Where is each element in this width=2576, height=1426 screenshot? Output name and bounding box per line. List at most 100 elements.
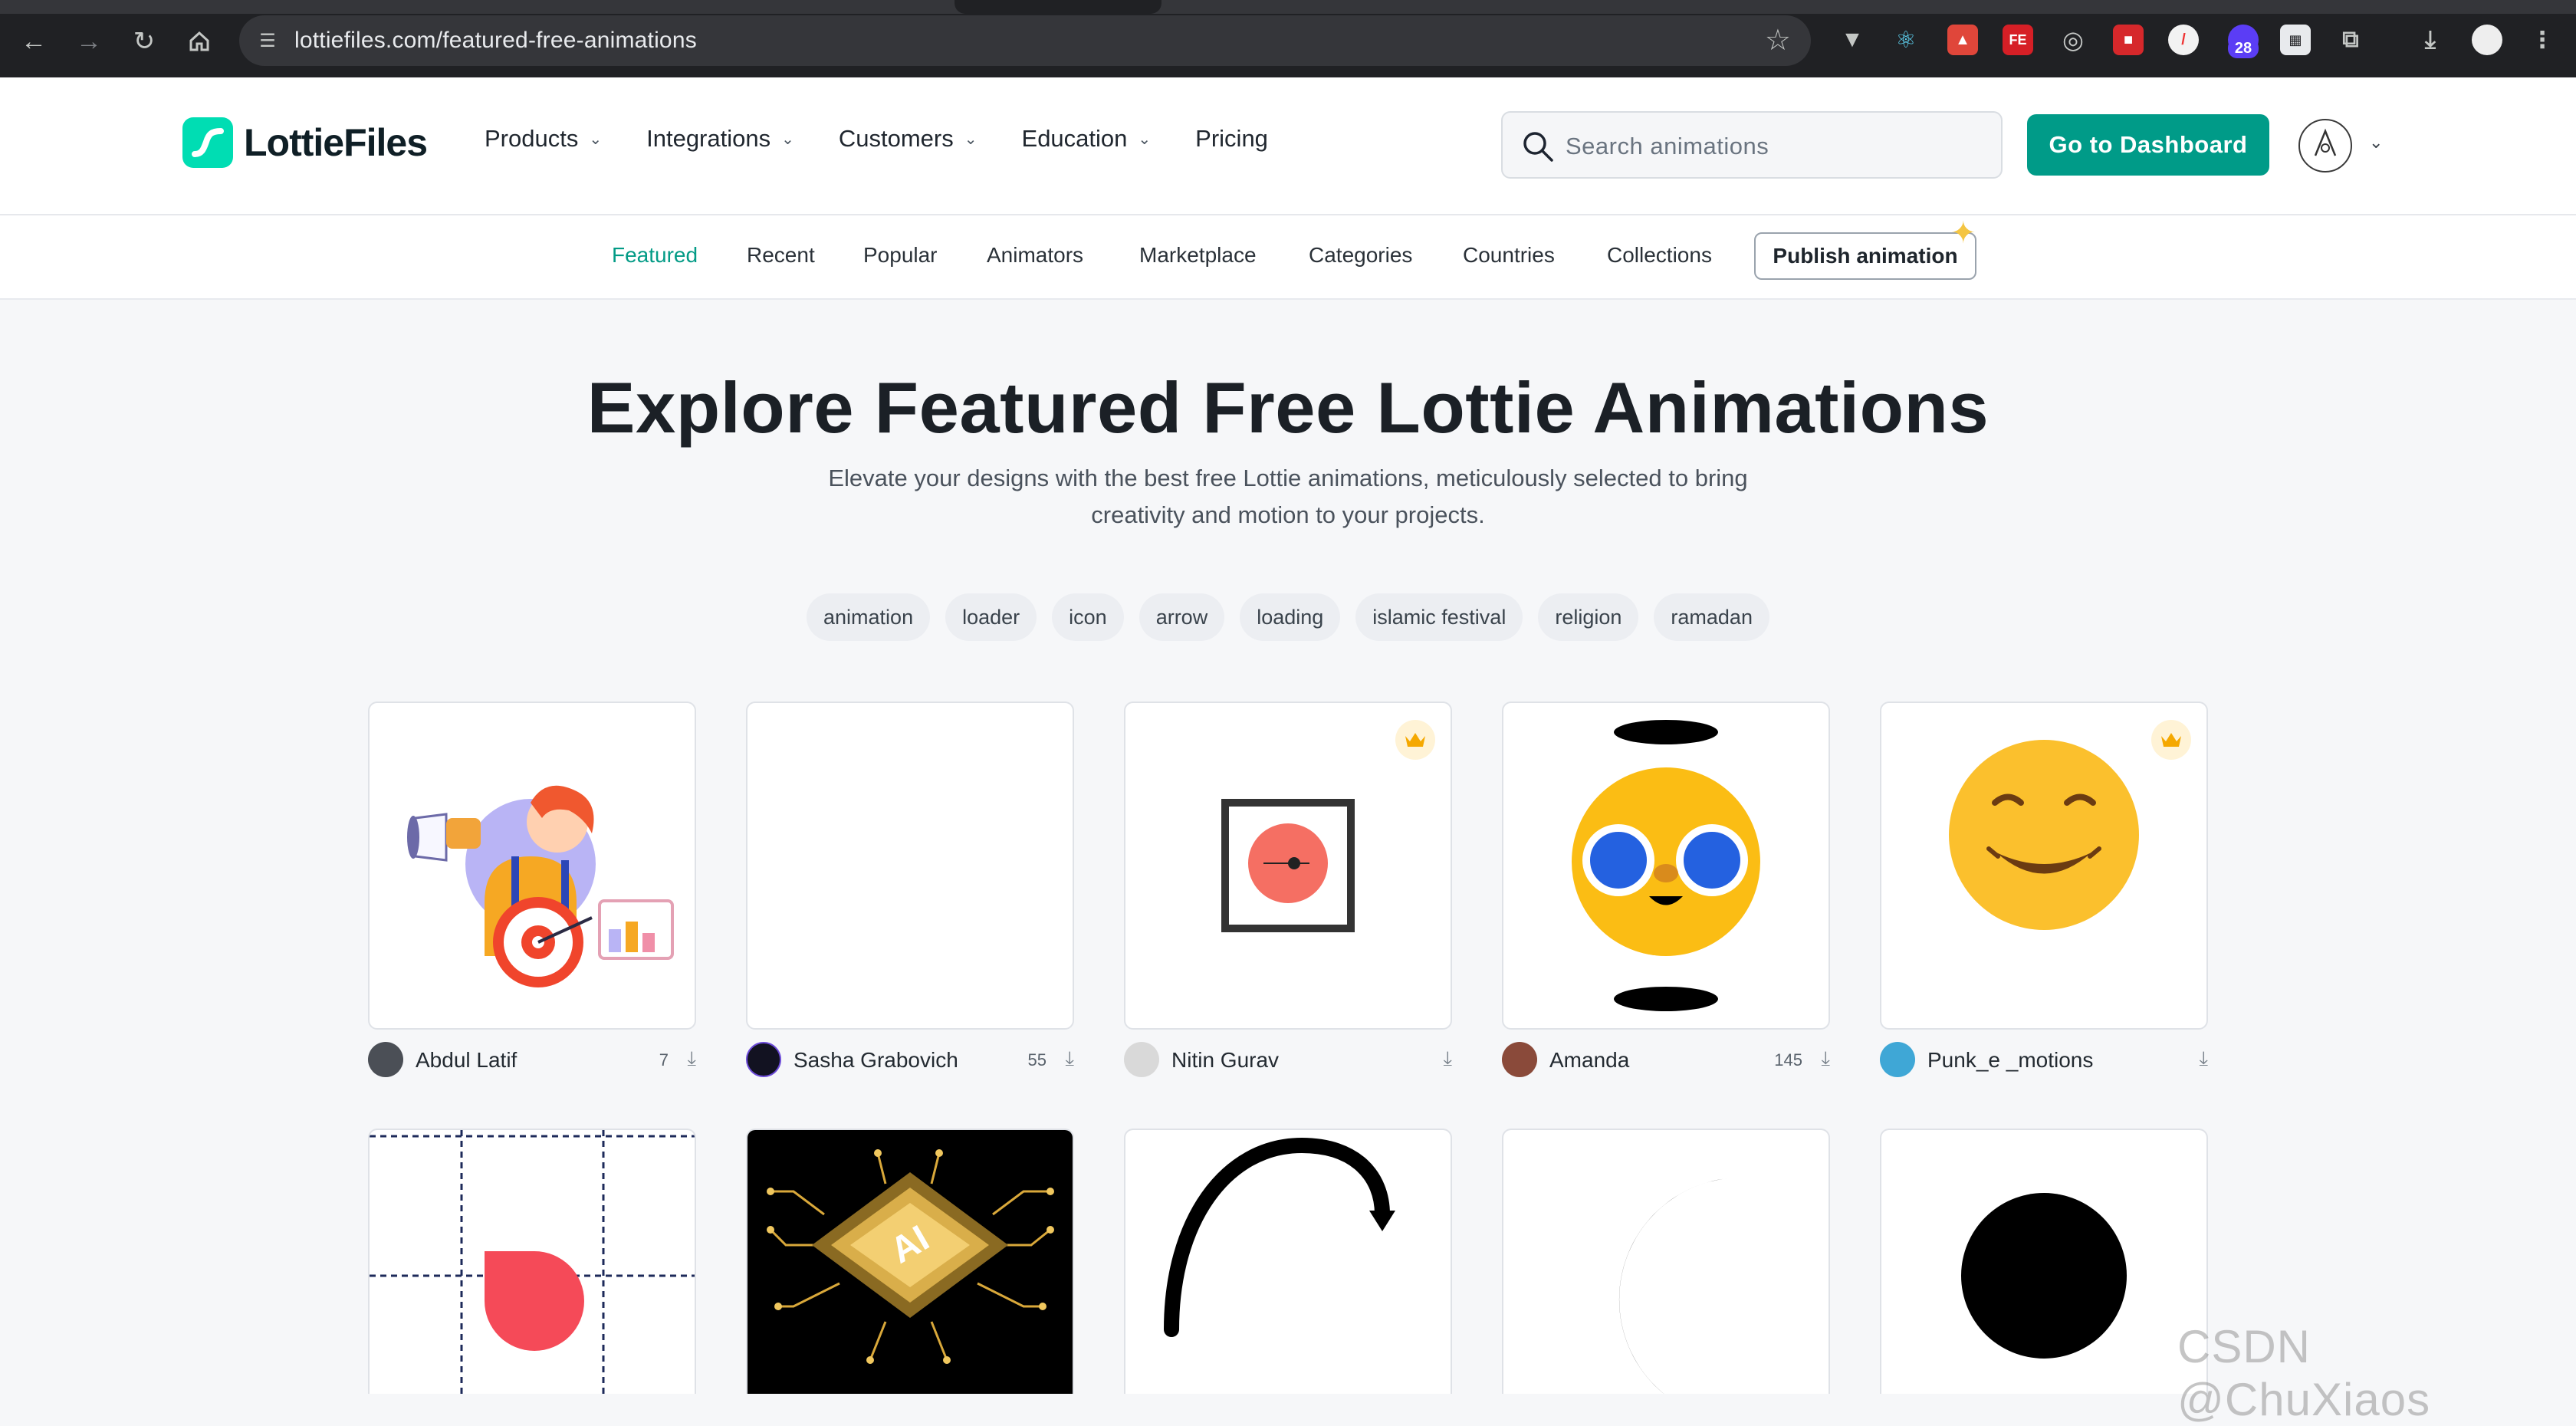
page-title: Explore Featured Free Lottie Animations <box>586 367 1990 448</box>
download-icon[interactable]: ⤓ <box>1444 1046 1453 1071</box>
puzzle-extensions-icon[interactable]: ⧉ <box>2335 25 2366 55</box>
download-count: 145 <box>1774 1050 1802 1070</box>
chevron-down-icon: ⌄ <box>589 130 603 148</box>
user-avatar[interactable] <box>2298 119 2352 172</box>
tag-chip[interactable]: religion <box>1538 593 1639 641</box>
download-icon[interactable]: ⤓ <box>2200 1046 2209 1071</box>
site-header: LottieFiles Products ⌄ Integrations ⌄ Cust… <box>0 77 2576 215</box>
author-name[interactable]: Punk_e _motions <box>1927 1048 2093 1073</box>
tag-chip[interactable]: icon <box>1052 593 1124 641</box>
marketing-illustration <box>407 785 674 987</box>
animation-card[interactable] <box>746 702 1074 1030</box>
react-devtools-icon[interactable]: ⚛ <box>1891 25 1921 55</box>
colorzilla-icon[interactable]: / <box>2168 25 2199 55</box>
nav-integrations[interactable]: Integrations ⌄ <box>646 125 794 153</box>
nav-label: Education <box>1021 125 1128 152</box>
animation-card[interactable] <box>1502 702 1830 1030</box>
reload-icon[interactable]: ↻ <box>126 23 163 60</box>
animation-card[interactable]: AI <box>746 1129 1074 1394</box>
watermark-text: CSDN @ChuXiaos <box>2177 1321 2431 1425</box>
search-input[interactable]: Search animations <box>1566 133 1769 160</box>
author-name[interactable]: Abdul Latif <box>416 1048 517 1073</box>
chevron-down-icon[interactable]: ⌄ <box>2369 133 2383 153</box>
tab-animators[interactable]: Animators <box>987 243 1083 268</box>
page-subtitle: Elevate your designs with the best free … <box>790 460 1786 534</box>
tag-chip[interactable]: loading <box>1240 593 1341 641</box>
tag-chip[interactable]: loader <box>945 593 1037 641</box>
animation-card[interactable] <box>1880 702 2208 1030</box>
ai-chip-illustration: AI <box>767 1149 1054 1364</box>
avatar[interactable] <box>1880 1042 1915 1077</box>
profile-avatar-icon[interactable] <box>2472 25 2502 55</box>
main-nav: Products ⌄ Integrations ⌄ Customers ⌄ Educa… <box>485 125 1313 153</box>
nav-education[interactable]: Education ⌄ <box>1022 125 1152 153</box>
go-to-dashboard-button[interactable]: Go to Dashboard <box>2027 114 2269 176</box>
search-icon <box>1523 132 1553 162</box>
red-petal-grid-illustration <box>370 1130 695 1394</box>
extension-badge: 28 <box>2228 38 2259 58</box>
tab-countries[interactable]: Countries <box>1463 243 1555 268</box>
avatar[interactable] <box>1124 1042 1159 1077</box>
avatar[interactable] <box>746 1042 781 1077</box>
tab-collections[interactable]: Collections <box>1607 243 1712 268</box>
nav-label: Pricing <box>1195 125 1268 152</box>
tab-strip <box>0 0 2576 14</box>
download-icon[interactable]: ⤓ <box>1822 1046 1831 1071</box>
nav-pricing[interactable]: Pricing <box>1195 125 1268 153</box>
surprised-face-illustration <box>1572 720 1760 1011</box>
home-icon[interactable] <box>181 23 218 60</box>
subtitle-line: creativity and motion to your projects. <box>1091 501 1485 528</box>
tag-chip[interactable]: ramadan <box>1654 593 1769 641</box>
download-icon[interactable]: ⤓ <box>2415 25 2446 55</box>
tab-popular[interactable]: Popular <box>863 243 938 268</box>
target-extension-icon[interactable]: ◎ <box>2058 25 2088 55</box>
tab-recent[interactable]: Recent <box>747 243 815 268</box>
vue-devtools-icon[interactable]: ▼ <box>1837 25 1868 55</box>
more-menu-icon[interactable]: ⋮ <box>2527 25 2558 55</box>
download-icon[interactable]: ⤓ <box>688 1046 697 1071</box>
card-meta: Nitin Gurav ⤓ <box>1124 1040 1452 1079</box>
search-box[interactable]: Search animations <box>1501 111 2003 179</box>
card-meta: Sasha Grabovich 55 ⤓ <box>746 1040 1074 1079</box>
nav-customers[interactable]: Customers ⌄ <box>839 125 978 153</box>
back-icon[interactable]: ← <box>15 23 52 60</box>
author-name[interactable]: Sasha Grabovich <box>794 1048 958 1073</box>
author-name[interactable]: Nitin Gurav <box>1171 1048 1279 1073</box>
tab-categories[interactable]: Categories <box>1309 243 1412 268</box>
fe-extension-icon[interactable]: FE <box>2003 25 2033 55</box>
author-name[interactable]: Amanda <box>1549 1048 1629 1073</box>
tag-chip[interactable]: islamic festival <box>1355 593 1523 641</box>
animation-card[interactable] <box>368 702 696 1030</box>
black-crescent-illustration <box>1619 1178 1741 1394</box>
animation-card[interactable] <box>1124 702 1452 1030</box>
download-count: 55 <box>1027 1050 1046 1070</box>
publish-animation-button[interactable]: Publish animation <box>1754 232 1976 280</box>
nav-products[interactable]: Products ⌄ <box>485 125 602 153</box>
tag-chips: animation loader icon arrow loading isla… <box>0 593 2576 641</box>
chevron-down-icon: ⌄ <box>1138 130 1152 148</box>
qr-code-icon[interactable]: ▦ <box>2280 25 2311 55</box>
animation-card[interactable] <box>1124 1129 1452 1394</box>
tab-featured[interactable]: Featured <box>612 243 698 268</box>
avatar[interactable] <box>1502 1042 1537 1077</box>
site-info-icon[interactable]: ☰ <box>253 26 282 55</box>
extension-icon[interactable]: ▲ <box>1947 25 1978 55</box>
animation-card[interactable] <box>1502 1129 1830 1394</box>
chevron-down-icon: ⌄ <box>781 130 794 148</box>
forward-icon[interactable]: → <box>71 23 107 60</box>
lottiefiles-logo[interactable]: LottieFiles <box>182 117 428 168</box>
download-icon[interactable]: ⤓ <box>1066 1046 1075 1071</box>
browser-tab[interactable] <box>955 0 1162 14</box>
red-extension-icon[interactable]: ■ <box>2113 25 2144 55</box>
address-bar[interactable]: ☰ lottiefiles.com/featured-free-animatio… <box>239 15 1811 66</box>
tab-marketplace[interactable]: Marketplace <box>1139 243 1257 268</box>
bookmark-star-icon[interactable]: ☆ <box>1765 23 1791 58</box>
tag-chip[interactable]: animation <box>807 593 931 641</box>
animation-card[interactable] <box>368 1129 696 1394</box>
animation-card[interactable] <box>1880 1129 2208 1394</box>
black-circle-illustration <box>1961 1193 2127 1359</box>
tag-chip[interactable]: arrow <box>1138 593 1225 641</box>
avatar[interactable] <box>368 1042 403 1077</box>
nav-label: Products <box>485 125 579 152</box>
card-meta: Punk_e _motions ⤓ <box>1880 1040 2208 1079</box>
